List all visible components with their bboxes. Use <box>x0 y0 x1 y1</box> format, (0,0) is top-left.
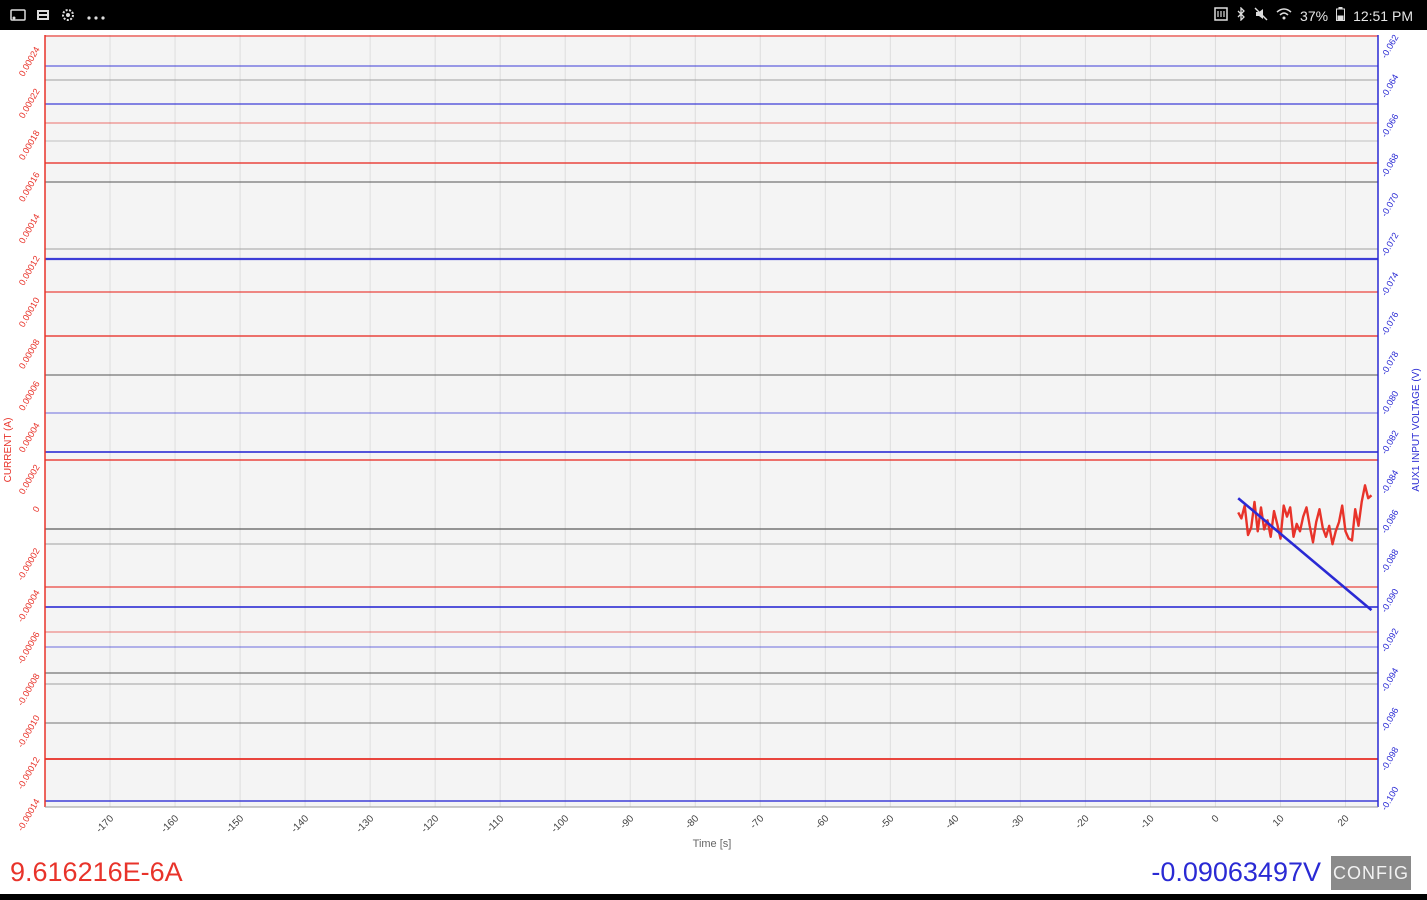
chart-area: 0.00024 0.00022 0.00018 0.00016 0.00014 0.000… <box>0 30 1427 856</box>
left-tick-label: -0.00008 <box>15 672 41 708</box>
x-tick-label: -70 <box>748 813 766 831</box>
right-tick-label: -0.066 <box>1379 112 1400 139</box>
x-tick-label: -30 <box>1008 813 1026 831</box>
right-axis-label: AUX1 INPUT VOLTAGE (V) <box>1411 368 1422 491</box>
x-tick-label: -60 <box>813 813 831 831</box>
wifi-icon <box>1276 7 1292 25</box>
left-tick-label: 0 <box>31 505 42 514</box>
x-tick-label: -130 <box>354 813 376 835</box>
right-tick-label: -0.088 <box>1379 547 1400 574</box>
left-tick-label: -0.00012 <box>15 755 41 791</box>
current-readout: 9.616216E-6A <box>10 857 183 887</box>
left-tick-label: -0.00014 <box>15 797 41 833</box>
x-tick-label: -40 <box>943 813 961 831</box>
right-tick-label: -0.062 <box>1379 33 1400 60</box>
left-tick-label: 0.00016 <box>17 170 42 203</box>
config-button[interactable]: CONFIG <box>1331 856 1411 890</box>
right-tick-label: -0.098 <box>1379 745 1400 772</box>
gallery-icon <box>36 9 50 25</box>
nfc-icon <box>1214 7 1228 25</box>
cast-icon <box>10 9 26 25</box>
right-tick-label: -0.092 <box>1379 627 1400 654</box>
x-tick-label: -80 <box>683 813 701 831</box>
right-tick-label: -0.086 <box>1379 508 1400 535</box>
nav-bar <box>0 894 1427 900</box>
bluetooth-icon <box>1236 6 1246 25</box>
left-tick-label: -0.00010 <box>15 713 41 749</box>
left-tick-label: -0.00006 <box>15 630 41 666</box>
right-tick-label: -0.096 <box>1379 706 1400 733</box>
x-tick-label: 10 <box>1271 813 1287 829</box>
left-tick-label: 0.00002 <box>17 463 42 496</box>
right-tick-label: -0.070 <box>1379 191 1400 218</box>
right-tick-label: -0.080 <box>1379 389 1400 416</box>
left-tick-label: 0.00012 <box>17 254 42 287</box>
right-tick-label: -0.072 <box>1379 231 1400 258</box>
left-tick-label: 0.00008 <box>17 337 42 370</box>
x-tick-label: -90 <box>618 813 636 831</box>
x-tick-label: -170 <box>94 813 116 835</box>
status-bar: 37% 12:51 PM <box>0 0 1427 30</box>
left-tick-label: -0.00002 <box>15 546 41 582</box>
chart[interactable]: 0.00024 0.00022 0.00018 0.00016 0.00014 0.000… <box>0 30 1427 856</box>
right-tick-label: -0.068 <box>1379 152 1400 179</box>
right-tick-label: -0.064 <box>1379 72 1400 99</box>
left-axis-ticks: 0.00024 0.00022 0.00018 0.00016 0.00014 0.000… <box>15 45 41 833</box>
right-tick-label: -0.094 <box>1379 666 1400 693</box>
left-tick-label: 0.00018 <box>17 129 42 162</box>
x-tick-label: -140 <box>289 813 311 835</box>
plot-background <box>45 35 1378 807</box>
x-tick-label: 20 <box>1336 813 1352 829</box>
clock: 12:51 PM <box>1353 8 1413 24</box>
left-tick-label: 0.00022 <box>17 87 42 120</box>
x-tick-label: -150 <box>224 813 246 835</box>
left-tick-label: 0.00006 <box>17 379 42 412</box>
voltage-readout: -0.09063497V <box>1151 857 1321 887</box>
left-tick-label: 0.00024 <box>17 45 42 78</box>
status-left-icons <box>10 7 106 27</box>
right-tick-label: -0.090 <box>1379 587 1400 614</box>
right-axis-ticks: -0.062 -0.064 -0.066 -0.068 -0.070 -0.072 -0.0… <box>1379 33 1400 812</box>
left-tick-label: -0.00004 <box>15 588 41 624</box>
left-tick-label: 0.00010 <box>17 296 42 329</box>
right-tick-label: -0.084 <box>1379 468 1400 495</box>
right-tick-label: -0.074 <box>1379 270 1400 297</box>
battery-icon <box>1336 7 1346 25</box>
x-tick-label: -10 <box>1139 813 1157 831</box>
settings-icon <box>60 7 76 27</box>
right-tick-label: -0.082 <box>1379 429 1400 456</box>
right-tick-label: -0.076 <box>1379 310 1400 337</box>
more-icon <box>86 9 106 25</box>
x-tick-label: -120 <box>419 813 441 835</box>
mute-icon <box>1254 7 1268 25</box>
left-tick-label: 0.00014 <box>17 212 42 245</box>
right-tick-label: -0.078 <box>1379 350 1400 377</box>
x-tick-label: -160 <box>159 813 181 835</box>
x-axis-label: Time [s] <box>693 838 732 850</box>
battery-percent: 37% <box>1300 8 1329 24</box>
x-tick-label: -20 <box>1074 813 1092 831</box>
x-tick-label: -50 <box>878 813 896 831</box>
x-tick-label: 0 <box>1210 813 1222 825</box>
status-right-icons: 37% 12:51 PM <box>1214 6 1413 25</box>
left-tick-label: 0.00004 <box>17 421 42 454</box>
left-axis-label: CURRENT (A) <box>3 418 14 483</box>
x-tick-label: -110 <box>485 813 507 835</box>
x-tick-label: -100 <box>549 813 571 835</box>
x-axis-ticks: -170 -160 -150 -140 -130 -120 -110 -100 -90 -80 -7… <box>94 813 1352 835</box>
right-tick-label: -0.100 <box>1379 785 1400 812</box>
